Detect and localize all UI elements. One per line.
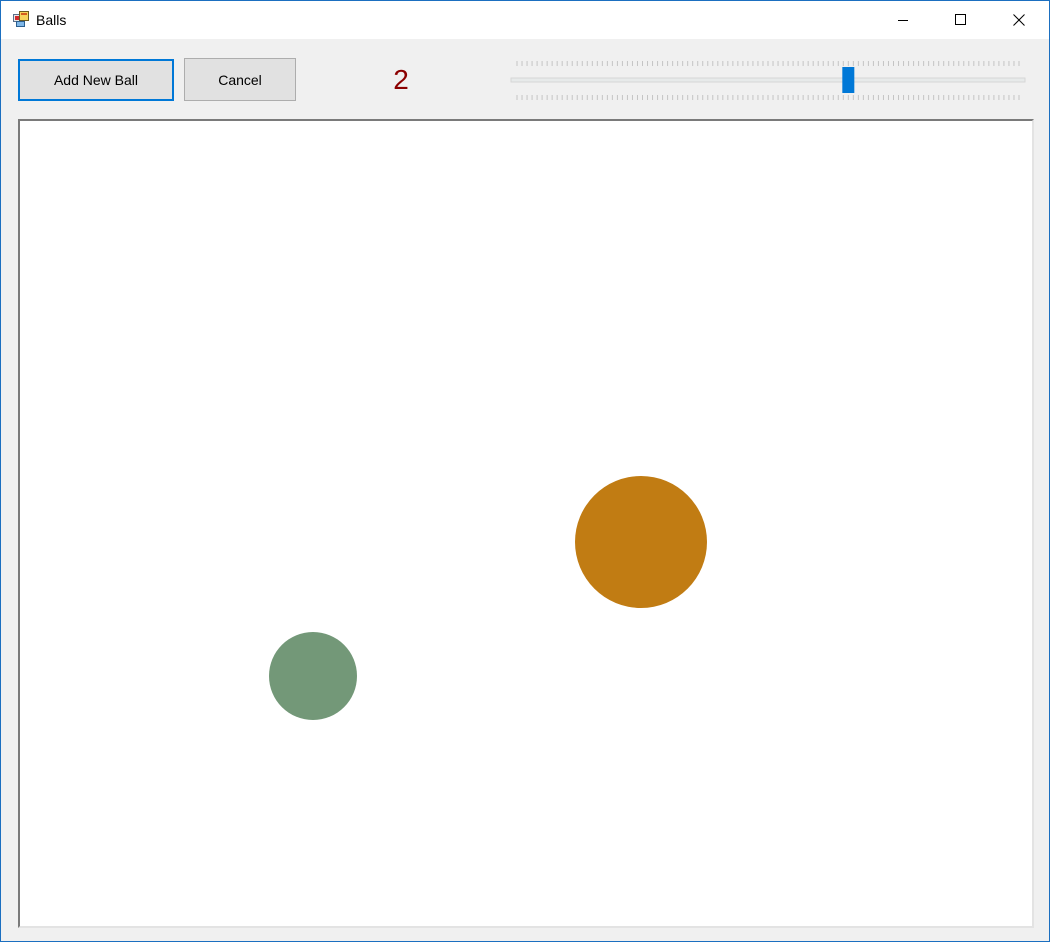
trackbar-channel [510,77,1026,83]
title-bar[interactable]: Balls [1,1,1049,39]
ball-count-label: 2 [393,64,409,95]
trackbar-thumb[interactable] [842,67,855,93]
trackbar-bottom-ticks [516,95,1020,100]
ball-canvas[interactable] [18,119,1034,928]
trackbar-top-ticks [516,61,1020,66]
window-title: Balls [36,12,67,28]
add-new-ball-button[interactable]: Add New Ball [18,59,174,101]
app-window: Balls Add New Ball Cancel 2 [0,0,1050,942]
close-button[interactable] [990,1,1048,39]
maximize-button[interactable] [932,1,990,39]
close-icon [1013,14,1025,26]
speed-trackbar[interactable] [506,57,1030,103]
minimize-icon [898,20,908,21]
app-window-icon [13,11,29,27]
green-ball [269,632,357,720]
cancel-button[interactable]: Cancel [184,58,296,101]
minimize-button[interactable] [874,1,932,39]
orange-ball [575,476,707,608]
maximize-icon [955,14,966,25]
